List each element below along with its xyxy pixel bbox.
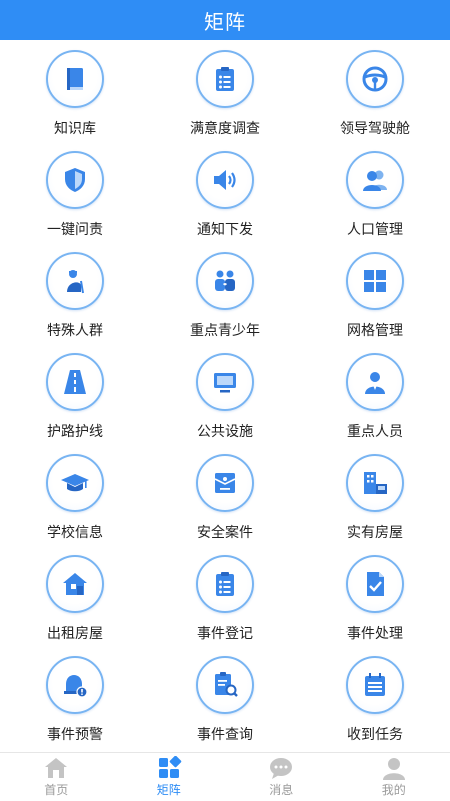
tab-matrix[interactable]: 矩阵 — [113, 753, 226, 801]
grid-item-key-youth[interactable]: 重点青少年 — [150, 242, 300, 343]
youth-pair-icon — [196, 252, 254, 310]
grid-item-label: 重点青少年 — [190, 320, 260, 340]
app-header: 矩阵 — [0, 0, 450, 40]
grid-item-special-groups[interactable]: 特殊人群 — [0, 242, 150, 343]
grid-item-satisfaction-survey[interactable]: 满意度调查 — [150, 40, 300, 141]
person-badge-icon — [346, 353, 404, 411]
grid-item-road-protection[interactable]: 护路护线 — [0, 343, 150, 444]
grid-item-label: 事件处理 — [347, 623, 403, 643]
grid-item-rental-housing[interactable]: 出租房屋 — [0, 545, 150, 646]
grid-item-received-tasks[interactable]: 收到任务 — [300, 646, 450, 747]
shield-icon — [46, 151, 104, 209]
grid-item-key-personnel[interactable]: 重点人员 — [300, 343, 450, 444]
clipboard-checklist-icon — [196, 50, 254, 108]
grid-item-notification[interactable]: 通知下发 — [150, 141, 300, 242]
matrix-icon — [156, 756, 182, 780]
alarm-warning-icon — [46, 656, 104, 714]
road-icon — [46, 353, 104, 411]
grid-item-label: 安全案件 — [197, 522, 253, 542]
grid-item-label: 人口管理 — [347, 219, 403, 239]
grid-item-event-registration[interactable]: 事件登记 — [150, 545, 300, 646]
grid-item-event-query[interactable]: 事件查询 — [150, 646, 300, 747]
clipboard-register-icon — [196, 555, 254, 613]
monitor-icon — [196, 353, 254, 411]
elderly-person-icon — [46, 252, 104, 310]
grid-item-label: 事件查询 — [197, 724, 253, 744]
grid-item-label: 重点人员 — [347, 421, 403, 441]
grid-item-grid-management[interactable]: 网格管理 — [300, 242, 450, 343]
grid-item-label: 知识库 — [54, 118, 96, 138]
feature-grid: 知识库 满意度调查 领导驾驶舱 一键问责 通知下发 人口管理 — [0, 40, 450, 748]
building-icon — [346, 454, 404, 512]
case-envelope-icon — [196, 454, 254, 512]
tab-profile[interactable]: 我的 — [338, 753, 450, 801]
bottom-tab-bar: 首页 矩阵 消息 我的 — [0, 752, 450, 801]
steering-wheel-icon — [346, 50, 404, 108]
tab-label: 矩阵 — [157, 781, 181, 798]
chat-bubble-icon — [268, 756, 294, 780]
grid-item-label: 通知下发 — [197, 219, 253, 239]
tab-label: 我的 — [382, 781, 406, 798]
book-icon — [46, 50, 104, 108]
house-icon — [46, 555, 104, 613]
grid-item-label: 网格管理 — [347, 320, 403, 340]
user-icon — [381, 756, 407, 780]
grid-item-label: 事件登记 — [197, 623, 253, 643]
grid-item-label: 公共设施 — [197, 421, 253, 441]
grid-item-leader-cockpit[interactable]: 领导驾驶舱 — [300, 40, 450, 141]
speaker-icon — [196, 151, 254, 209]
tab-home[interactable]: 首页 — [0, 753, 113, 801]
graduation-cap-icon — [46, 454, 104, 512]
calendar-list-icon — [346, 656, 404, 714]
grid-item-event-warning[interactable]: 事件预警 — [0, 646, 150, 747]
grid-item-population[interactable]: 人口管理 — [300, 141, 450, 242]
grid-item-knowledge-base[interactable]: 知识库 — [0, 40, 150, 141]
grid-item-school-info[interactable]: 学校信息 — [0, 444, 150, 545]
grid-item-security-cases[interactable]: 安全案件 — [150, 444, 300, 545]
grid-item-public-facilities[interactable]: 公共设施 — [150, 343, 300, 444]
document-check-icon — [346, 555, 404, 613]
people-icon — [346, 151, 404, 209]
grid-item-event-handling[interactable]: 事件处理 — [300, 545, 450, 646]
grid-item-label: 实有房屋 — [347, 522, 403, 542]
grid-item-label: 出租房屋 — [47, 623, 103, 643]
tab-messages[interactable]: 消息 — [225, 753, 338, 801]
tab-label: 首页 — [44, 781, 68, 798]
grid-item-label: 学校信息 — [47, 522, 103, 542]
grid-item-label: 特殊人群 — [47, 320, 103, 340]
grid-icon — [346, 252, 404, 310]
document-search-icon — [196, 656, 254, 714]
grid-item-label: 事件预警 — [47, 724, 103, 744]
home-icon — [43, 756, 69, 780]
grid-item-label: 满意度调查 — [190, 118, 260, 138]
page-title: 矩阵 — [204, 6, 246, 35]
grid-item-label: 收到任务 — [347, 724, 403, 744]
grid-item-accountability[interactable]: 一键问责 — [0, 141, 150, 242]
grid-item-actual-housing[interactable]: 实有房屋 — [300, 444, 450, 545]
grid-item-label: 领导驾驶舱 — [340, 118, 410, 138]
grid-item-label: 一键问责 — [47, 219, 103, 239]
grid-item-label: 护路护线 — [47, 421, 103, 441]
tab-label: 消息 — [269, 781, 293, 798]
